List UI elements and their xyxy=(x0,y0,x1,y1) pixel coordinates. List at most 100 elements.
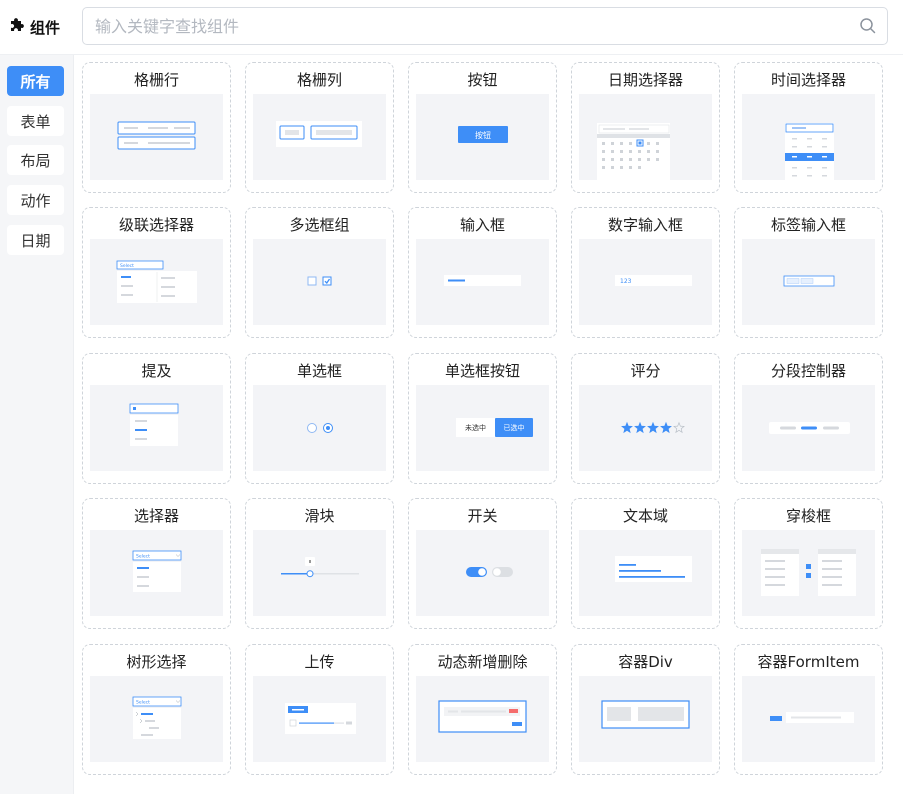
sidebar-item-all[interactable]: 所有 xyxy=(7,66,64,96)
sidebar-item-date[interactable]: 日期 xyxy=(7,225,64,255)
tree-select-sample-text: Select xyxy=(136,700,150,706)
puzzle-icon xyxy=(8,16,26,38)
component-card-switch[interactable]: 开关 xyxy=(408,498,557,629)
card-title: 容器Div xyxy=(618,653,673,671)
select-preview: Select xyxy=(90,530,223,616)
card-title: 树形选择 xyxy=(126,653,187,671)
card-title: 开关 xyxy=(467,507,498,525)
component-card-rate[interactable]: 评分 xyxy=(571,353,720,484)
card-title: 输入框 xyxy=(459,216,505,234)
textarea-preview xyxy=(579,530,712,616)
card-title: 格栅列 xyxy=(296,71,342,89)
component-card-mention[interactable]: 提及 xyxy=(82,353,231,484)
component-card-tree-select[interactable]: 树形选择 Select xyxy=(82,644,231,775)
form-item-container-preview xyxy=(742,676,875,762)
component-card-checkbox-group[interactable]: 多选框组 xyxy=(245,207,394,338)
component-card-radio-button[interactable]: 单选框按钮 未选中 已选中 xyxy=(408,353,557,484)
card-title: 级联选择器 xyxy=(118,216,194,234)
star-filled-icon xyxy=(647,421,659,434)
cascader-sample-text: Select xyxy=(120,263,134,269)
div-container-preview xyxy=(579,676,712,762)
radio-option-unselected: 未选中 xyxy=(465,423,486,432)
card-title: 穿梭框 xyxy=(785,507,831,525)
card-title: 单选框 xyxy=(296,362,342,380)
date-picker-preview xyxy=(579,94,712,180)
component-card-date-picker[interactable]: 日期选择器 xyxy=(571,62,720,193)
component-card-form-item-container[interactable]: 容器FormItem xyxy=(734,644,883,775)
transfer-preview xyxy=(742,530,875,616)
component-card-transfer[interactable]: 穿梭框 xyxy=(734,498,883,629)
checkbox-group-preview xyxy=(253,239,386,325)
input-preview xyxy=(416,239,549,325)
card-title: 上传 xyxy=(304,653,335,671)
component-card-button[interactable]: 按钮 按钮 xyxy=(408,62,557,193)
card-title: 多选框组 xyxy=(289,216,350,234)
sidebar-item-action[interactable]: 动作 xyxy=(7,185,64,215)
search-box[interactable] xyxy=(82,7,888,45)
sidebar-item-layout[interactable]: 布局 xyxy=(7,145,64,175)
sidebar-item-form[interactable]: 表单 xyxy=(7,106,64,136)
row-preview xyxy=(90,94,223,180)
select-sample-text: Select xyxy=(136,554,150,560)
card-title: 标签输入框 xyxy=(770,216,846,234)
component-card-grid-col[interactable]: 格栅列 xyxy=(245,62,394,193)
star-filled-icon xyxy=(660,421,672,434)
button-preview: 按钮 xyxy=(416,94,549,180)
rate-preview xyxy=(579,385,712,471)
upload-preview xyxy=(253,676,386,762)
card-title: 格栅行 xyxy=(133,71,179,89)
card-title: 容器FormItem xyxy=(757,653,860,671)
switch-preview xyxy=(416,530,549,616)
button-sample-text: 按钮 xyxy=(475,130,491,140)
component-card-grid-row[interactable]: 格栅行 xyxy=(82,62,231,193)
component-card-time-picker[interactable]: 时间选择器 xyxy=(734,62,883,193)
component-card-upload[interactable]: 上传 xyxy=(245,644,394,775)
card-title: 动态新增删除 xyxy=(437,653,528,671)
number-sample-text: 123 xyxy=(620,278,632,285)
component-card-cascader[interactable]: 级联选择器 Select xyxy=(82,207,231,338)
card-title: 数字输入框 xyxy=(607,216,683,234)
tag-input-preview xyxy=(742,239,875,325)
card-title: 按钮 xyxy=(467,71,498,89)
radio-button-preview: 未选中 已选中 xyxy=(416,385,549,471)
component-card-slider[interactable]: 滑块 xyxy=(245,498,394,629)
card-title: 时间选择器 xyxy=(770,71,846,89)
component-card-radio[interactable]: 单选框 xyxy=(245,353,394,484)
card-title: 文本域 xyxy=(622,507,668,525)
page-title: 组件 xyxy=(30,18,61,37)
mention-preview xyxy=(90,385,223,471)
search-icon[interactable] xyxy=(859,17,877,39)
radio-option-selected: 已选中 xyxy=(504,423,525,432)
number-input-preview: 123 xyxy=(579,239,712,325)
brand: 组件 xyxy=(8,16,60,38)
card-title: 选择器 xyxy=(133,507,179,525)
card-title: 提及 xyxy=(141,362,172,380)
component-card-textarea[interactable]: 文本域 xyxy=(571,498,720,629)
card-title: 分段控制器 xyxy=(770,362,846,380)
segmented-preview xyxy=(742,385,875,471)
star-empty-icon xyxy=(673,421,685,434)
card-title: 评分 xyxy=(630,362,661,380)
star-filled-icon xyxy=(621,421,633,434)
search-input[interactable] xyxy=(95,8,835,44)
component-card-segmented[interactable]: 分段控制器 xyxy=(734,353,883,484)
card-title: 日期选择器 xyxy=(607,71,683,89)
cascader-preview: Select xyxy=(90,239,223,325)
tree-select-preview: Select xyxy=(90,676,223,762)
card-title: 单选框按钮 xyxy=(444,362,520,380)
dynamic-list-preview xyxy=(416,676,549,762)
radio-preview xyxy=(253,385,386,471)
component-card-div-container[interactable]: 容器Div xyxy=(571,644,720,775)
component-card-input[interactable]: 输入框 xyxy=(408,207,557,338)
time-picker-preview xyxy=(742,94,875,180)
top-bar: 组件 xyxy=(0,0,903,55)
component-card-select[interactable]: 选择器 Select xyxy=(82,498,231,629)
component-card-dynamic-list[interactable]: 动态新增删除 xyxy=(408,644,557,775)
slider-preview xyxy=(253,530,386,616)
card-title: 滑块 xyxy=(304,507,335,525)
component-card-tag-input[interactable]: 标签输入框 xyxy=(734,207,883,338)
category-sidebar: 所有 表单 布局 动作 日期 xyxy=(0,55,74,794)
star-filled-icon xyxy=(634,421,646,434)
col-preview xyxy=(253,94,386,180)
component-card-number-input[interactable]: 数字输入框 123 xyxy=(571,207,720,338)
